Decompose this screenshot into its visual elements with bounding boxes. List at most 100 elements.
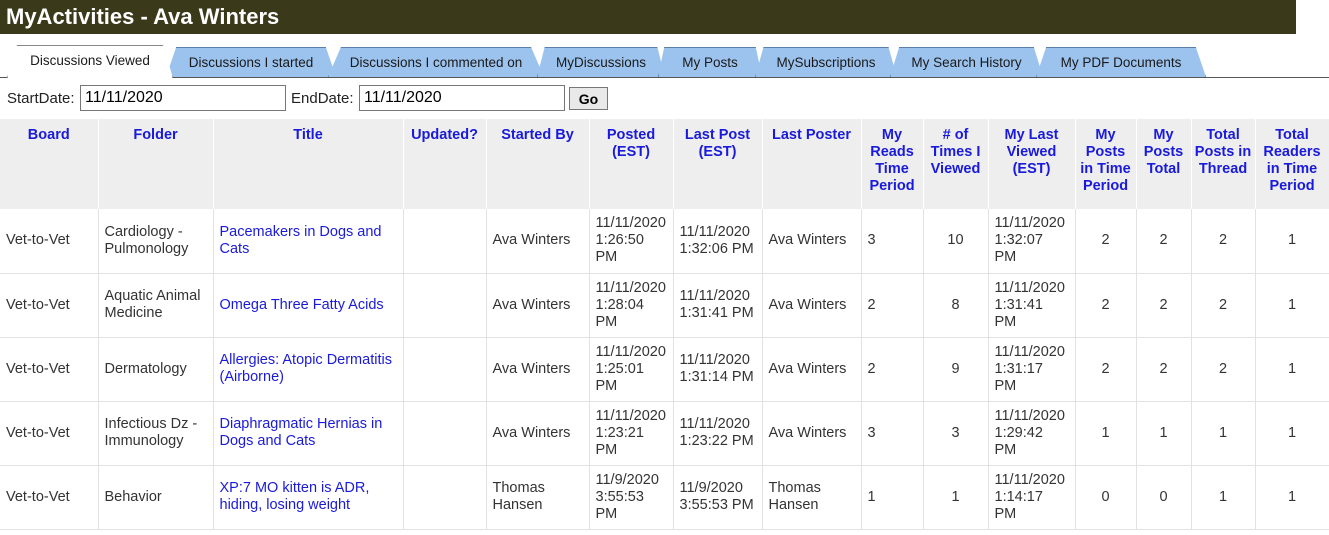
times-viewed-cell: 3 <box>923 401 989 466</box>
folder-cell: Infectious Dz - Immunology <box>98 401 214 466</box>
times-viewed-cell: 8 <box>923 273 989 338</box>
tab-discussions-viewed[interactable]: Discussions Viewed <box>7 45 173 78</box>
start-date-label: StartDate: <box>7 90 75 107</box>
my-reads-cell: 3 <box>861 401 924 466</box>
updated-cell <box>403 209 487 274</box>
table-row: Vet-to-Vet Behavior XP:7 MO kitten is AD… <box>0 465 1329 530</box>
end-date-label: EndDate: <box>291 90 354 107</box>
title-cell: Omega Three Fatty Acids <box>213 273 404 338</box>
folder-cell: Cardiology - Pulmonology <box>98 209 214 274</box>
column-header-total-readers[interactable]: Total Readers in Time Period <box>1255 119 1329 209</box>
column-header-updated[interactable]: Updated? <box>403 119 487 209</box>
tab-baseline <box>0 77 1329 78</box>
board-cell: Vet-to-Vet <box>0 465 99 530</box>
title-link[interactable]: XP:7 MO kitten is ADR, hiding, losing we… <box>220 480 370 513</box>
last-poster-cell: Ava Winters <box>762 337 862 402</box>
tab-discussions-commented[interactable]: Discussions I commented on <box>328 47 544 77</box>
tab-discussions-started[interactable]: Discussions I started <box>166 47 336 77</box>
column-header-total-posts[interactable]: Total Posts in Thread <box>1191 119 1256 209</box>
my-posts-total-cell: 2 <box>1136 337 1192 402</box>
my-posts-period-cell: 2 <box>1075 209 1137 274</box>
my-reads-cell: 2 <box>861 337 924 402</box>
tab-my-posts[interactable]: My Posts <box>658 47 762 77</box>
board-cell: Vet-to-Vet <box>0 337 99 402</box>
last-post-cell: 11/9/2020 3:55:53 PM <box>673 465 763 530</box>
tab-my-discussions[interactable]: MyDiscussions <box>537 47 665 77</box>
folder-cell: Dermatology <box>98 337 214 402</box>
column-header-last-poster[interactable]: Last Poster <box>762 119 862 209</box>
total-posts-cell: 2 <box>1191 209 1256 274</box>
started-by-cell: Ava Winters <box>486 337 590 402</box>
my-last-viewed-cell: 11/11/2020 1:29:42 PM <box>988 401 1076 466</box>
last-post-cell: 11/11/2020 1:31:14 PM <box>673 337 763 402</box>
posted-cell: 11/11/2020 1:23:21 PM <box>589 401 674 466</box>
my-posts-period-cell: 0 <box>1075 465 1137 530</box>
total-readers-cell: 1 <box>1255 273 1329 338</box>
title-link[interactable]: Omega Three Fatty Acids <box>220 297 384 313</box>
my-last-viewed-cell: 11/11/2020 1:31:41 PM <box>988 273 1076 338</box>
my-posts-period-cell: 1 <box>1075 401 1137 466</box>
last-post-cell: 11/11/2020 1:32:06 PM <box>673 209 763 274</box>
total-posts-cell: 1 <box>1191 465 1256 530</box>
updated-cell <box>403 465 487 530</box>
times-viewed-cell: 10 <box>923 209 989 274</box>
title-cell: Diaphragmatic Hernias in Dogs and Cats <box>213 401 404 466</box>
tab-my-subscriptions[interactable]: MySubscriptions <box>755 47 897 77</box>
column-header-my-posts-period[interactable]: My Posts in Time Period <box>1075 119 1137 209</box>
posted-cell: 11/9/2020 3:55:53 PM <box>589 465 674 530</box>
my-reads-cell: 2 <box>861 273 924 338</box>
title-link[interactable]: Diaphragmatic Hernias in Dogs and Cats <box>220 416 383 449</box>
go-button[interactable]: Go <box>569 87 608 110</box>
times-viewed-cell: 1 <box>923 465 989 530</box>
tab-my-pdf-documents[interactable]: My PDF Documents <box>1036 47 1206 77</box>
column-header-my-posts-total[interactable]: My Posts Total <box>1136 119 1192 209</box>
table-row: Vet-to-Vet Dermatology Allergies: Atopic… <box>0 337 1329 402</box>
last-poster-cell: Ava Winters <box>762 401 862 466</box>
column-header-my-reads[interactable]: My Reads Time Period <box>861 119 924 209</box>
total-posts-cell: 1 <box>1191 401 1256 466</box>
end-date-input[interactable] <box>359 85 565 111</box>
table-row: Vet-to-Vet Aquatic Animal Medicine Omega… <box>0 273 1329 338</box>
my-last-viewed-cell: 11/11/2020 1:14:17 PM <box>988 465 1076 530</box>
total-posts-cell: 2 <box>1191 273 1256 338</box>
updated-cell <box>403 401 487 466</box>
folder-cell: Behavior <box>98 465 214 530</box>
column-header-times-viewed[interactable]: # of Times I Viewed <box>923 119 989 209</box>
times-viewed-cell: 9 <box>923 337 989 402</box>
updated-cell <box>403 273 487 338</box>
last-poster-cell: Ava Winters <box>762 209 862 274</box>
total-posts-cell: 2 <box>1191 337 1256 402</box>
title-link[interactable]: Pacemakers in Dogs and Cats <box>220 224 382 257</box>
board-cell: Vet-to-Vet <box>0 209 99 274</box>
started-by-cell: Thomas Hansen <box>486 465 590 530</box>
my-posts-period-cell: 2 <box>1075 337 1137 402</box>
title-cell: Allergies: Atopic Dermatitis (Airborne) <box>213 337 404 402</box>
table-row: Vet-to-Vet Infectious Dz - Immunology Di… <box>0 401 1329 466</box>
title-link[interactable]: Allergies: Atopic Dermatitis (Airborne) <box>220 352 392 385</box>
my-posts-total-cell: 2 <box>1136 209 1192 274</box>
my-reads-cell: 1 <box>861 465 924 530</box>
my-posts-total-cell: 1 <box>1136 401 1192 466</box>
column-header-last-post[interactable]: Last Post (EST) <box>673 119 763 209</box>
updated-cell <box>403 337 487 402</box>
column-header-folder[interactable]: Folder <box>98 119 214 209</box>
table-row: Vet-to-Vet Cardiology - Pulmonology Pace… <box>0 209 1329 274</box>
column-header-started-by[interactable]: Started By <box>486 119 590 209</box>
start-date-input[interactable] <box>80 85 286 111</box>
my-posts-total-cell: 2 <box>1136 273 1192 338</box>
tab-bar: Discussions Viewed Discussions I started… <box>0 44 1329 79</box>
activity-table: Board Folder Title Updated? Started By P… <box>0 119 1329 530</box>
last-poster-cell: Thomas Hansen <box>762 465 862 530</box>
column-header-board[interactable]: Board <box>0 119 99 209</box>
app-header: MyActivities - Ava Winters <box>0 0 1296 34</box>
tab-my-search-history[interactable]: My Search History <box>890 47 1043 77</box>
table-header-row: Board Folder Title Updated? Started By P… <box>0 119 1329 209</box>
last-post-cell: 11/11/2020 1:31:41 PM <box>673 273 763 338</box>
column-header-title[interactable]: Title <box>213 119 404 209</box>
total-readers-cell: 1 <box>1255 465 1329 530</box>
total-readers-cell: 1 <box>1255 401 1329 466</box>
started-by-cell: Ava Winters <box>486 401 590 466</box>
my-reads-cell: 3 <box>861 209 924 274</box>
column-header-my-last-viewed[interactable]: My Last Viewed (EST) <box>988 119 1076 209</box>
column-header-posted[interactable]: Posted (EST) <box>589 119 674 209</box>
